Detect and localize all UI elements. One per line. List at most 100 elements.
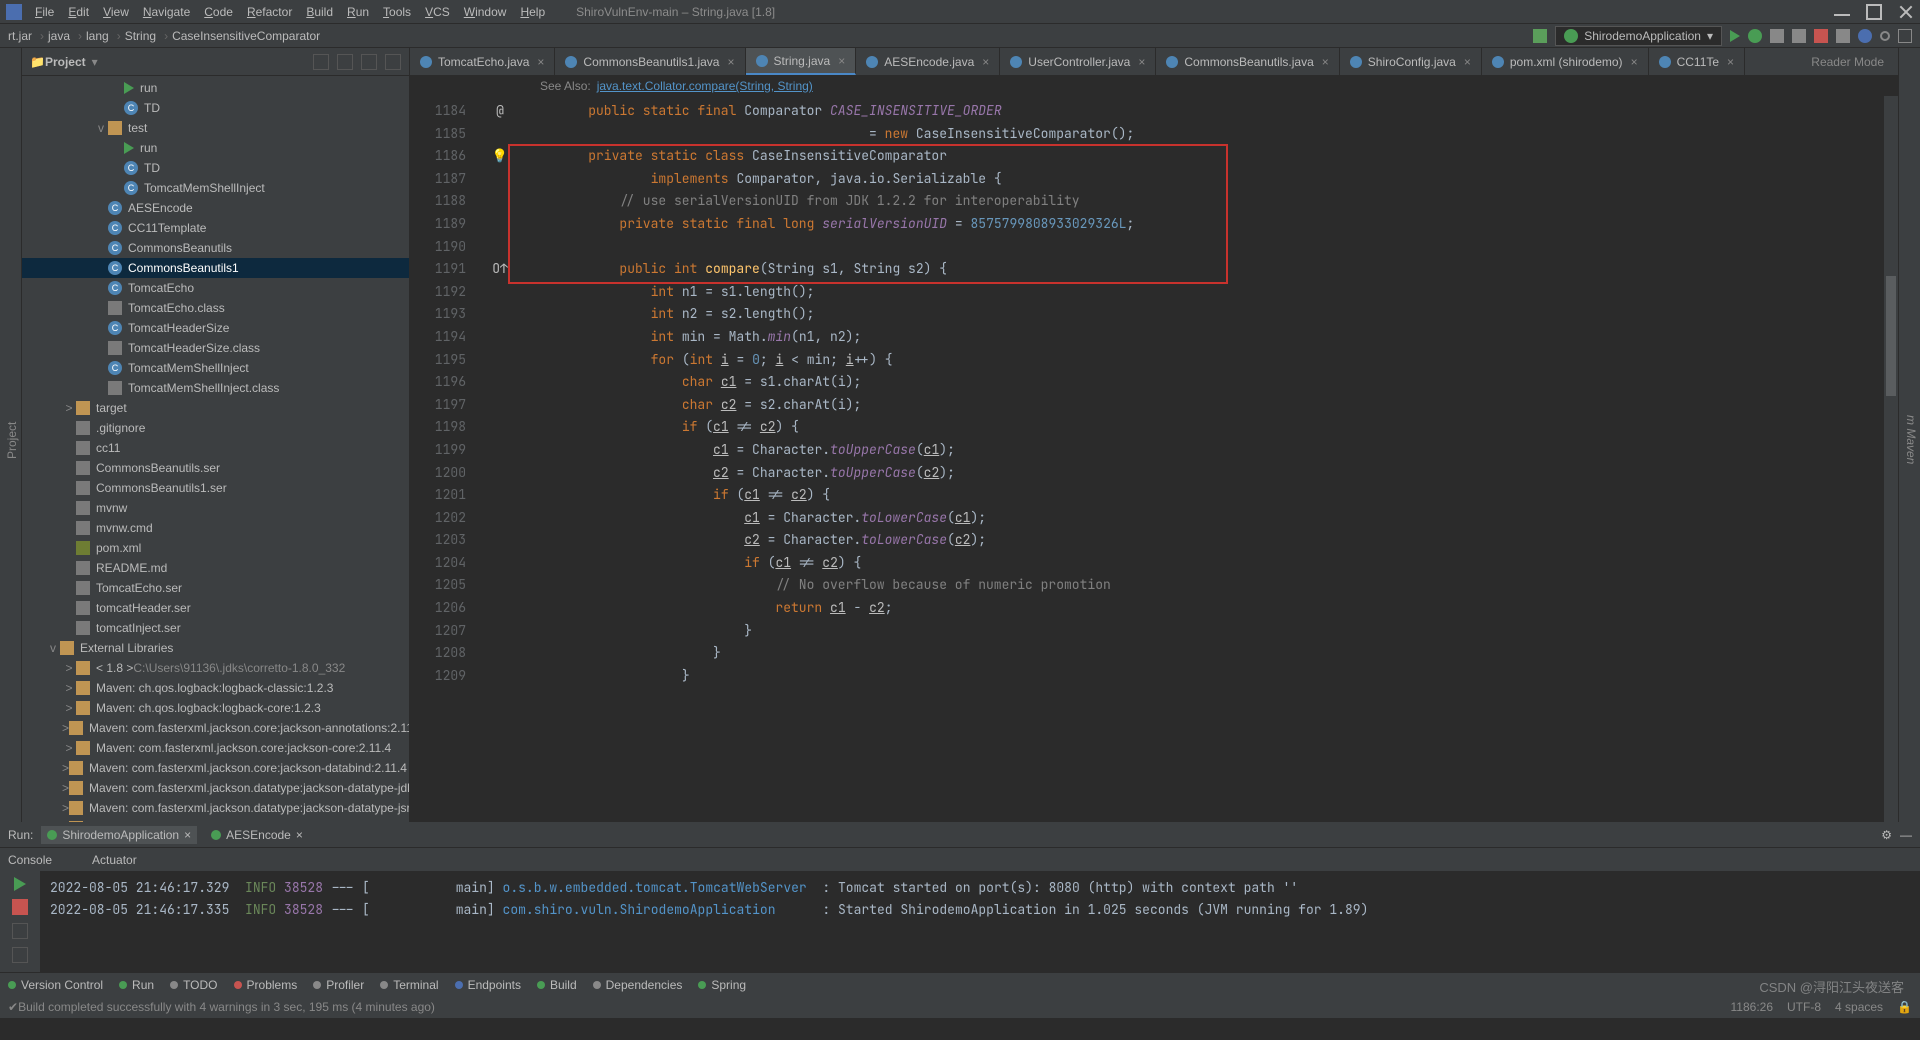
- menu-navigate[interactable]: Navigate: [136, 5, 197, 19]
- debug-button[interactable]: [1748, 29, 1762, 43]
- code-line[interactable]: if (c1 != c2) {: [518, 552, 1898, 575]
- avatar-icon[interactable]: [1858, 29, 1872, 43]
- editor-tab[interactable]: TomcatEcho.java ×: [410, 48, 555, 75]
- tree-item[interactable]: tomcatInject.ser: [22, 618, 409, 638]
- tree-item[interactable]: TomcatEcho.ser: [22, 578, 409, 598]
- tree-twisty[interactable]: >: [62, 761, 69, 775]
- tree-item[interactable]: CAESEncode: [22, 198, 409, 218]
- tree-item[interactable]: .gitignore: [22, 418, 409, 438]
- tree-twisty[interactable]: >: [62, 821, 69, 822]
- close-tab-icon[interactable]: ×: [727, 55, 734, 69]
- tree-item[interactable]: CTD: [22, 98, 409, 118]
- close-tab-icon[interactable]: ×: [296, 828, 303, 842]
- editor-tab[interactable]: pom.xml (shirodemo) ×: [1482, 48, 1649, 75]
- tree-item[interactable]: CCC11Template: [22, 218, 409, 238]
- breadcrumb-item[interactable]: String: [125, 29, 156, 43]
- tree-item[interactable]: CTomcatHeaderSize: [22, 318, 409, 338]
- hide-run-panel-button[interactable]: —: [1900, 828, 1912, 842]
- select-opened-file-button[interactable]: [313, 54, 329, 70]
- run-tab[interactable]: ShirodemoApplication ×: [41, 826, 197, 844]
- close-tab-icon[interactable]: ×: [1631, 55, 1638, 69]
- tree-twisty[interactable]: >: [62, 661, 76, 675]
- bottom-tool-dependencies[interactable]: Dependencies: [593, 978, 683, 992]
- tree-item[interactable]: pom.xml: [22, 538, 409, 558]
- bottom-tool-endpoints[interactable]: Endpoints: [455, 978, 521, 992]
- menu-edit[interactable]: Edit: [61, 5, 96, 19]
- bottom-tool-terminal[interactable]: Terminal: [380, 978, 438, 992]
- tree-item[interactable]: v test: [22, 118, 409, 138]
- see-also-link[interactable]: java.text.Collator.compare(String, Strin…: [597, 79, 813, 93]
- close-tab-icon[interactable]: ×: [1322, 55, 1329, 69]
- window-maximize-button[interactable]: [1866, 4, 1882, 20]
- tree-item[interactable]: mvnw: [22, 498, 409, 518]
- hide-panel-button[interactable]: [385, 54, 401, 70]
- stop-process-button[interactable]: [12, 899, 28, 915]
- run-subtab[interactable]: Console: [8, 853, 52, 867]
- code-line[interactable]: if (c1 != c2) {: [518, 484, 1898, 507]
- close-tab-icon[interactable]: ×: [184, 828, 191, 842]
- tree-item[interactable]: CTomcatEcho: [22, 278, 409, 298]
- rerun-button[interactable]: [14, 877, 26, 891]
- tree-twisty[interactable]: >: [62, 721, 69, 735]
- code-line[interactable]: int min = Math.min(n1, n2);: [518, 326, 1898, 349]
- tree-twisty[interactable]: >: [62, 741, 76, 755]
- tree-item[interactable]: > < 1.8 > C:\Users\91136\.jdks\corretto-…: [22, 658, 409, 678]
- indent-setting[interactable]: 4 spaces: [1835, 1000, 1883, 1014]
- code-line[interactable]: [518, 236, 1898, 259]
- tree-item[interactable]: > Maven: ch.qos.logback:logback-classic:…: [22, 678, 409, 698]
- tree-item[interactable]: mvnw.cmd: [22, 518, 409, 538]
- run-tab[interactable]: AESEncode ×: [205, 826, 309, 844]
- file-encoding[interactable]: UTF-8: [1787, 1000, 1821, 1014]
- code-line[interactable]: c1 = Character.toLowerCase(c1);: [518, 507, 1898, 530]
- tree-item[interactable]: README.md: [22, 558, 409, 578]
- readonly-lock-icon[interactable]: 🔒: [1897, 1000, 1912, 1014]
- bottom-tool-build[interactable]: Build: [537, 978, 577, 992]
- code-line[interactable]: // No overflow because of numeric promot…: [518, 574, 1898, 597]
- code-line[interactable]: implements Comparator, java.io.Serializa…: [518, 168, 1898, 191]
- bottom-tool-version control[interactable]: Version Control: [8, 978, 103, 992]
- menu-view[interactable]: View: [96, 5, 136, 19]
- code-line[interactable]: if (c1 != c2) {: [518, 416, 1898, 439]
- editor-scrollbar[interactable]: [1884, 96, 1898, 822]
- code-line[interactable]: }: [518, 665, 1898, 688]
- code-line[interactable]: public static final Comparator CASE_INSE…: [518, 100, 1898, 123]
- tree-item[interactable]: > Maven: com.fasterxml.jackson.datatype:…: [22, 778, 409, 798]
- panel-settings-button[interactable]: [361, 54, 377, 70]
- settings-icon[interactable]: [1898, 29, 1912, 43]
- code-line[interactable]: private static final long serialVersionU…: [518, 213, 1898, 236]
- close-tab-icon[interactable]: ×: [1727, 55, 1734, 69]
- tree-item[interactable]: run: [22, 78, 409, 98]
- breadcrumb-item[interactable]: java: [48, 29, 70, 43]
- stop-button[interactable]: [1814, 29, 1828, 43]
- code-line[interactable]: c2 = Character.toLowerCase(c2);: [518, 529, 1898, 552]
- editor-tab[interactable]: CommonsBeanutils.java ×: [1156, 48, 1339, 75]
- tree-item[interactable]: CTomcatMemShellInject: [22, 358, 409, 378]
- breadcrumb-item[interactable]: CaseInsensitiveComparator: [172, 29, 320, 43]
- bottom-tool-profiler[interactable]: Profiler: [313, 978, 364, 992]
- bottom-tool-spring[interactable]: Spring: [698, 978, 746, 992]
- close-tab-icon[interactable]: ×: [982, 55, 989, 69]
- tree-item[interactable]: tomcatHeader.ser: [22, 598, 409, 618]
- menu-vcs[interactable]: VCS: [418, 5, 457, 19]
- tree-item[interactable]: cc11: [22, 438, 409, 458]
- code-line[interactable]: int n2 = s2.length();: [518, 303, 1898, 326]
- down-stack-button[interactable]: [12, 947, 28, 963]
- tree-twisty[interactable]: >: [62, 681, 76, 695]
- build-icon[interactable]: [1533, 29, 1547, 43]
- menu-build[interactable]: Build: [299, 5, 340, 19]
- tree-item[interactable]: TomcatHeaderSize.class: [22, 338, 409, 358]
- bookmarks-tool-tab[interactable]: Bookmarks: [0, 478, 3, 822]
- tree-item[interactable]: TomcatEcho.class: [22, 298, 409, 318]
- bottom-tool-todo[interactable]: TODO: [170, 978, 217, 992]
- menu-code[interactable]: Code: [197, 5, 240, 19]
- maven-tool-tab[interactable]: m Maven: [1902, 58, 1920, 822]
- tree-twisty[interactable]: >: [62, 401, 76, 415]
- tree-twisty[interactable]: v: [94, 121, 108, 135]
- run-panel-settings-icon[interactable]: ⚙: [1881, 828, 1892, 842]
- expand-all-button[interactable]: [337, 54, 353, 70]
- editor-tab[interactable]: UserController.java ×: [1000, 48, 1156, 75]
- bottom-tool-run[interactable]: Run: [119, 978, 154, 992]
- code-content[interactable]: public static final Comparator CASE_INSE…: [518, 96, 1898, 822]
- search-everywhere-icon[interactable]: [1880, 31, 1890, 41]
- menu-tools[interactable]: Tools: [376, 5, 418, 19]
